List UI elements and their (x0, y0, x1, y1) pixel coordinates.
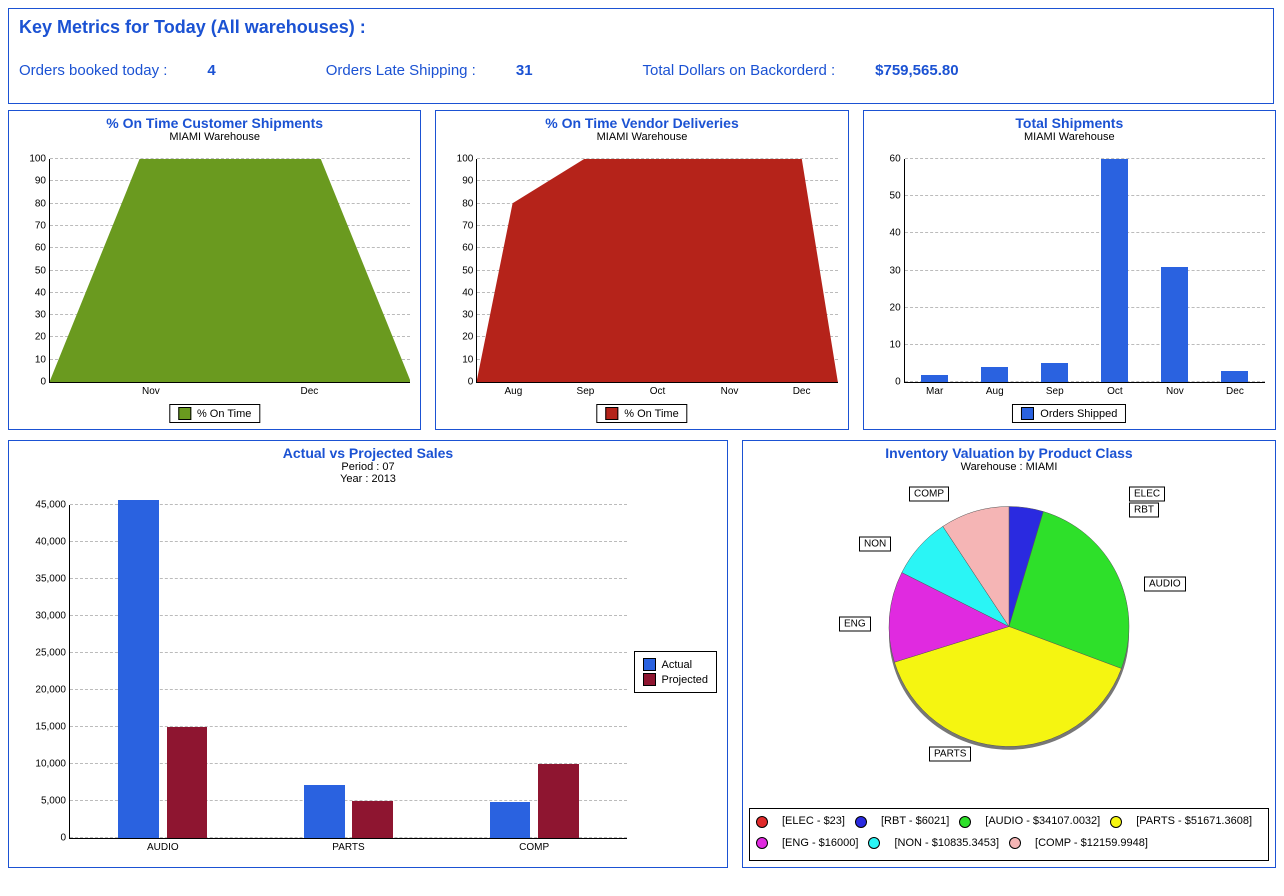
chart-plot: 0102030405060MarAugSepOctNovDec (904, 159, 1265, 383)
pie-graphic: COMPELECRBTAUDIOPARTSENGNON (849, 497, 1169, 760)
legend-swatch (643, 673, 656, 686)
chart-subtitle: MIAMI Warehouse (9, 131, 420, 143)
legend-label: Actual (662, 659, 693, 671)
legend-swatch (1021, 407, 1034, 420)
legend-swatch (178, 407, 191, 420)
key-metrics-header: Key Metrics for Today (All warehouses) :… (8, 8, 1274, 104)
chart-plot: 05,00010,00015,00020,00025,00030,00035,0… (69, 505, 627, 839)
chart-ontime-customer: % On Time Customer Shipments MIAMI Wareh… (8, 110, 421, 430)
pie-legend: [ELEC - $23][RBT - $6021][AUDIO - $34107… (749, 808, 1269, 861)
legend-swatch (643, 658, 656, 671)
orders-late-label: Orders Late Shipping : (326, 62, 476, 79)
chart-total-shipments: Total Shipments MIAMI Warehouse 01020304… (863, 110, 1276, 430)
chart-title: Actual vs Projected Sales (9, 445, 727, 461)
legend-label: % On Time (624, 408, 678, 420)
orders-late-value: 31 (516, 62, 533, 79)
legend-swatch (605, 407, 618, 420)
backorder-value: $759,565.80 (875, 62, 958, 79)
chart-subtitle: MIAMI Warehouse (436, 131, 847, 143)
chart-title: % On Time Vendor Deliveries (436, 115, 847, 131)
chart-title: % On Time Customer Shipments (9, 115, 420, 131)
chart-legend: % On Time (596, 404, 687, 423)
chart-title: Inventory Valuation by Product Class (743, 445, 1275, 461)
chart-subtitle: MIAMI Warehouse (864, 131, 1275, 143)
chart-subtitle-period: Period : 07 (9, 461, 727, 473)
header-title: Key Metrics for Today (All warehouses) : (19, 17, 1263, 38)
chart-plot: 0102030405060708090100 AugSepOctNovDec (476, 159, 837, 383)
chart-legend: % On Time (169, 404, 260, 423)
chart-title: Total Shipments (864, 115, 1275, 131)
chart-subtitle: Warehouse : MIAMI (743, 461, 1275, 473)
legend-label: % On Time (197, 408, 251, 420)
backorder-label: Total Dollars on Backorderd : (643, 62, 836, 79)
legend-label: Orders Shipped (1040, 408, 1117, 420)
chart-subtitle-year: Year : 2013 (9, 473, 727, 485)
chart-ontime-vendor: % On Time Vendor Deliveries MIAMI Wareho… (435, 110, 848, 430)
chart-plot: 0102030405060708090100 NovDec (49, 159, 410, 383)
orders-booked-value: 4 (207, 62, 215, 79)
chart-legend: Orders Shipped (1012, 404, 1126, 423)
chart-legend: Actual Projected (634, 651, 717, 693)
charts-row-bottom: Actual vs Projected Sales Period : 07 Ye… (8, 440, 1276, 868)
chart-inventory-valuation: Inventory Valuation by Product Class War… (742, 440, 1276, 868)
orders-booked-label: Orders booked today : (19, 62, 167, 79)
header-metrics-row: Orders booked today : 4 Orders Late Ship… (19, 62, 1263, 79)
chart-actual-vs-projected: Actual vs Projected Sales Period : 07 Ye… (8, 440, 728, 868)
charts-row-top: % On Time Customer Shipments MIAMI Wareh… (8, 110, 1276, 430)
legend-label: Projected (662, 674, 708, 686)
